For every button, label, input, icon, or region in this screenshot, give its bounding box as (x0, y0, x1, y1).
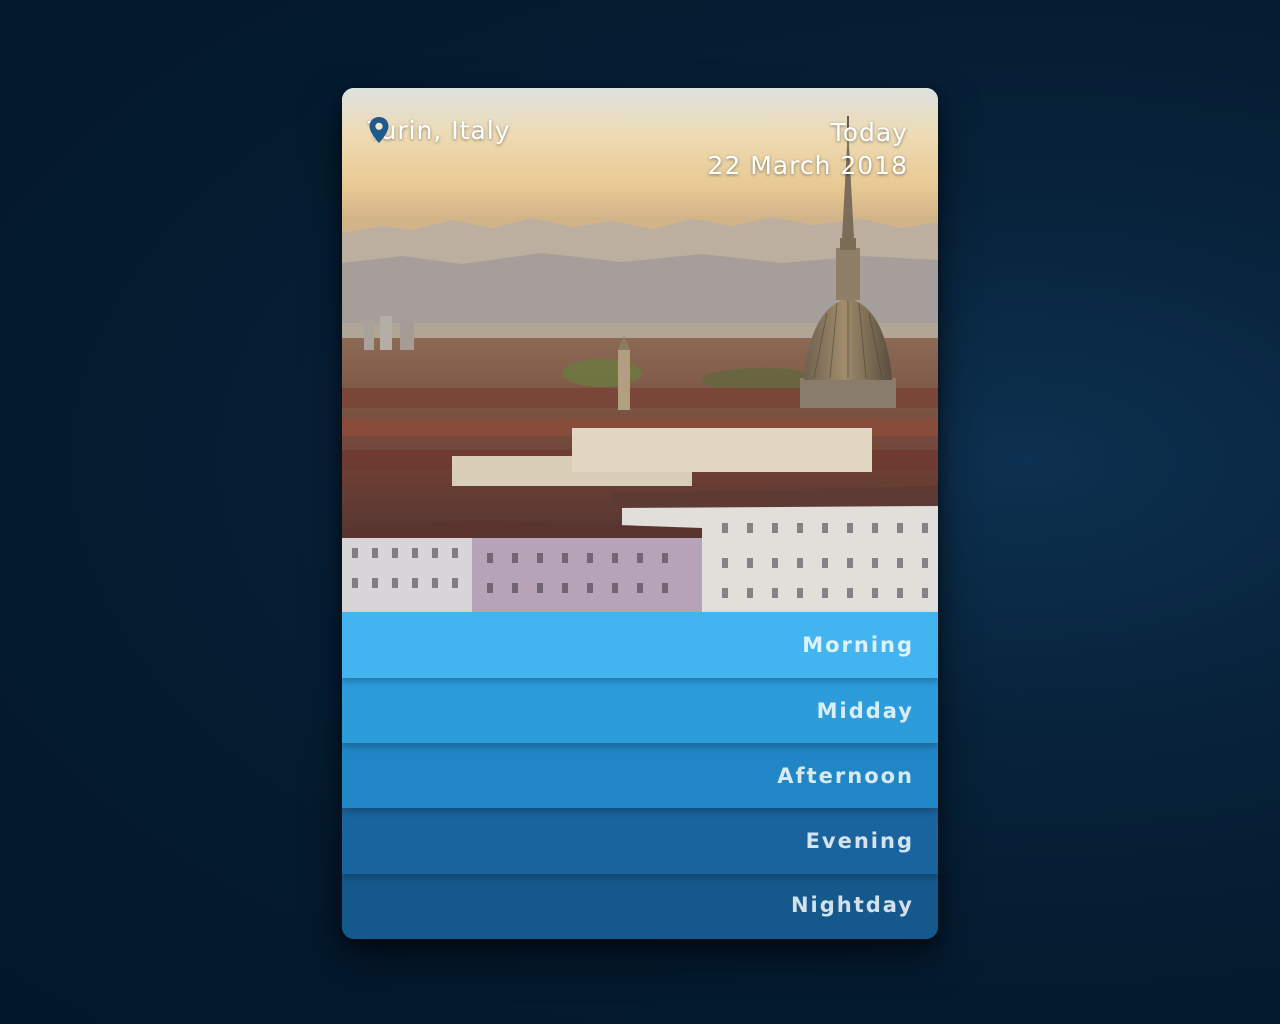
date-block: Today 22 March 2018 (707, 116, 908, 182)
date-value: 22 March 2018 (707, 151, 908, 180)
city-photo: Turin, Italy Today 22 March 2018 (342, 88, 938, 612)
date-day-label: Today (830, 118, 908, 147)
period-afternoon[interactable]: Afternoon (342, 743, 938, 808)
period-list: Morning Midday Afternoon Evening Nightda… (342, 612, 938, 936)
period-midday[interactable]: Midday (342, 678, 938, 743)
period-nightday[interactable]: Nightday (342, 874, 938, 936)
location: Turin, Italy (368, 116, 511, 145)
period-evening[interactable]: Evening (342, 808, 938, 874)
period-morning[interactable]: Morning (342, 612, 938, 678)
weather-card: Turin, Italy Today 22 March 2018 Morning… (342, 88, 938, 939)
map-pin-icon (369, 117, 389, 143)
